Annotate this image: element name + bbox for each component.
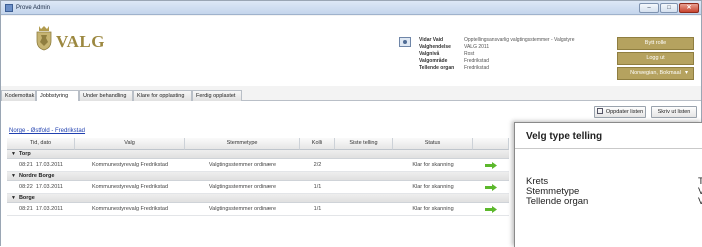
dialog-divider	[515, 148, 702, 149]
status-cell: Klar for skanning	[412, 162, 454, 168]
table-row[interactable]: 08:22 17.03.2011 Kommunestyrevalg Fredri…	[7, 181, 509, 194]
valg-cell: Kommunestyrevalg Fredrikstad	[91, 162, 169, 168]
tellende-organ-label: Tellende organ	[526, 196, 589, 207]
date-value: 17.03.2011	[35, 162, 63, 168]
green-right-arrow-icon[interactable]	[485, 184, 497, 191]
print-list-button[interactable]: Skriv ut listen	[651, 106, 697, 118]
column-header-action	[473, 138, 509, 150]
close-icon: ✕	[686, 5, 692, 11]
maximize-icon: □	[667, 5, 671, 11]
window-title: Prove Admin	[16, 5, 51, 11]
time-date-cell: 08:21 17.03.2011	[7, 159, 75, 172]
tab-ferdig-opplastet[interactable]: Ferdig opplastet	[192, 90, 242, 101]
table-row[interactable]: 08:21 17.03.2011 Kommunestyrevalg Fredri…	[7, 203, 509, 216]
location-dropdown[interactable]: Norwegian, Bokmaal ▾	[617, 67, 694, 80]
valghendelse-value: VALG 2011	[464, 44, 490, 50]
date-value: 17.03.2011	[35, 206, 63, 212]
valgniva-label: Valgnivå	[419, 51, 440, 57]
application-window: Prove Admin – □ ✕ VALG Vidar Vaid Opptel…	[0, 0, 702, 247]
group-name: Nordre Borge	[18, 173, 55, 179]
job-table: Tid, dato Valg Stemmetype Kolli Siste te…	[7, 138, 509, 247]
column-header-siste-telling[interactable]: Siste telling	[335, 138, 393, 150]
stemmetype-cell: Valgtingsstemmer ordinære	[208, 162, 277, 168]
column-header-kolli[interactable]: Kolli	[300, 138, 335, 150]
kolli-cell: 1/1	[313, 206, 322, 212]
valgomrade-value: Fredrikstad	[464, 58, 490, 64]
group-header-torp[interactable]: ▼ Torp	[7, 150, 509, 159]
column-header-valg[interactable]: Valg	[75, 138, 185, 150]
siste-telling-cell	[335, 181, 393, 194]
table-row[interactable]: 08:21 17.03.2011 Kommunestyrevalg Fredri…	[7, 159, 509, 172]
status-cell: Klar for skanning	[412, 206, 454, 212]
tab-under-behandling[interactable]: Under behandling	[79, 90, 133, 101]
valghendelse-label: Valghendelse	[419, 44, 451, 50]
collapse-triangle-icon[interactable]: ▼	[11, 150, 16, 159]
stemmetype-cell: Valgtingsstemmer ordinære	[208, 184, 277, 190]
time-date-cell: 08:22 17.03.2011	[7, 181, 75, 194]
status-cell: Klar for skanning	[412, 184, 454, 190]
stemmetype-cell: Valgtingsstemmer ordinære	[208, 206, 277, 212]
group-name: Borge	[18, 195, 35, 201]
refresh-icon	[596, 108, 603, 114]
location-dropdown-label: Norwegian, Bokmaal	[630, 70, 681, 76]
valg-cell: Kommunestyrevalg Fredrikstad	[91, 184, 169, 190]
valgniva-value: Rost	[464, 51, 475, 57]
maximize-button[interactable]: □	[660, 3, 678, 13]
valgomrade-label: Valgområde	[419, 58, 448, 64]
siste-telling-cell	[335, 159, 393, 172]
close-button[interactable]: ✕	[679, 3, 699, 13]
switch-role-button[interactable]: Bytt rolle	[617, 37, 694, 50]
valg-cell: Kommunestyrevalg Fredrikstad	[91, 206, 169, 212]
user-name-label: Vidar Vaid	[419, 37, 444, 43]
crest-logo-icon	[36, 26, 52, 51]
tab-kodemottak[interactable]: Kodemottak	[1, 90, 36, 101]
app-icon	[5, 4, 13, 12]
collapse-triangle-icon[interactable]: ▼	[11, 194, 16, 203]
tab-klare-for-opplasting[interactable]: Klare for opplasting	[133, 90, 192, 101]
group-header-borge[interactable]: ▼ Borge	[7, 194, 509, 203]
group-name: Torp	[18, 151, 31, 157]
title-bar: Prove Admin – □ ✕	[1, 1, 701, 15]
minimize-button[interactable]: –	[639, 3, 659, 13]
refresh-list-label: Oppdater listen	[605, 109, 644, 115]
refresh-list-button[interactable]: Oppdater listen	[594, 106, 646, 118]
time-date-cell: 08:21 17.03.2011	[7, 203, 75, 216]
minimize-icon: –	[647, 5, 651, 11]
green-right-arrow-icon[interactable]	[485, 206, 497, 213]
time-value: 08:22	[19, 184, 33, 190]
column-header-stemmetype[interactable]: Stemmetype	[185, 138, 300, 150]
user-role-value: Opptellingsansvarlig valgtingsstemmer - …	[464, 37, 575, 43]
time-value: 08:21	[19, 206, 33, 212]
select-count-type-dialog: Velg type telling Krets T Stemmetype V T…	[514, 122, 702, 247]
collapse-triangle-icon[interactable]: ▼	[11, 172, 16, 181]
tellende-organ-label: Tellende organ	[419, 65, 455, 71]
logout-button[interactable]: Logg ut	[617, 52, 694, 65]
column-header-tid-dato[interactable]: Tid, dato	[7, 138, 75, 150]
user-card-icon	[399, 37, 411, 47]
breadcrumb[interactable]: Norge - Østfold - Fredrikstad	[9, 128, 85, 134]
kolli-cell: 2/2	[313, 162, 322, 168]
logo-text: VALG	[56, 32, 105, 51]
chevron-down-icon: ▾	[684, 70, 688, 76]
tellende-organ-value: Fredrikstad	[464, 65, 490, 71]
column-header-status[interactable]: Status	[393, 138, 473, 150]
siste-telling-cell	[335, 203, 393, 216]
green-right-arrow-icon[interactable]	[485, 162, 497, 169]
time-value: 08:21	[19, 162, 33, 168]
group-header-nordre-borge[interactable]: ▼ Nordre Borge	[7, 172, 509, 181]
dialog-title: Velg type telling	[526, 131, 603, 142]
date-value: 17.03.2011	[35, 184, 63, 190]
tab-bar: Kodemottak Jobbstyring Under behandling …	[1, 90, 701, 102]
app-header	[1, 16, 701, 86]
tellende-organ-value: V	[698, 196, 702, 207]
kolli-cell: 1/1	[313, 184, 322, 190]
